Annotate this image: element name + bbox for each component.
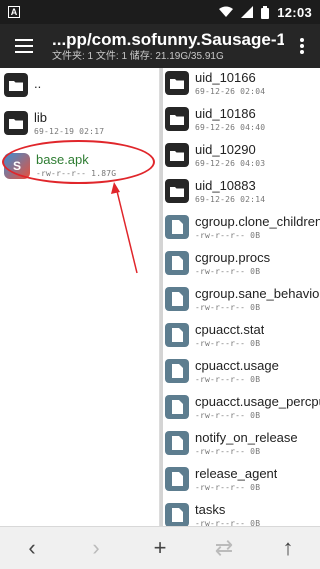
item-meta: 69-12-26 02:04 xyxy=(195,87,266,96)
list-item[interactable]: cgroup.procs -rw-r--r-- 0B xyxy=(163,248,320,284)
clock: 12:03 xyxy=(277,4,312,20)
file-icon xyxy=(165,323,189,347)
item-name: uid_10290 xyxy=(195,143,256,157)
storage-summary: 文件夹: 1 文件: 1 储存: 21.19G/35.91G xyxy=(52,50,224,62)
app-notification-icon: A xyxy=(8,6,20,18)
list-item[interactable]: uid_10186 69-12-26 04:40 xyxy=(163,104,320,140)
item-meta: -rw-r--r-- 0B xyxy=(195,267,261,276)
item-name: uid_10186 xyxy=(195,107,256,121)
back-button[interactable]: ‹ xyxy=(12,528,52,568)
item-name: tasks xyxy=(195,503,226,517)
list-item-parent-dir[interactable]: .. xyxy=(0,68,159,106)
folder-icon xyxy=(4,73,28,97)
menu-button[interactable] xyxy=(0,24,48,68)
list-item[interactable]: cgroup.clone_children -rw-r--r-- 0B xyxy=(163,212,320,248)
list-item[interactable]: cgroup.sane_behavior -rw-r--r-- 0B xyxy=(163,284,320,320)
wifi-icon xyxy=(219,6,234,17)
item-name: lib xyxy=(34,111,48,125)
file-icon xyxy=(165,251,189,275)
item-name: release_agent xyxy=(195,467,278,481)
list-item[interactable]: uid_10290 69-12-26 04:03 xyxy=(163,140,320,176)
folder-icon xyxy=(165,71,189,95)
item-meta: -rw-r--r-- 0B xyxy=(195,483,261,492)
swap-icon: ⇄ xyxy=(214,535,234,560)
chevron-left-icon: ‹ xyxy=(28,535,36,560)
list-item[interactable]: tasks -rw-r--r-- 0B xyxy=(163,500,320,526)
list-item-lib[interactable]: lib 69-12-19 02:17 xyxy=(0,106,159,144)
item-meta: -rw-r--r-- 0B xyxy=(195,519,261,526)
folder-icon xyxy=(165,179,189,203)
more-options-button[interactable] xyxy=(284,24,320,68)
item-meta: -rw-r--r-- 0B xyxy=(195,375,261,384)
item-meta: -rw-r--r-- 0B xyxy=(195,303,261,312)
folder-icon xyxy=(4,111,28,135)
list-item[interactable]: notify_on_release -rw-r--r-- 0B xyxy=(163,428,320,464)
right-file-pane[interactable]: uid_10166 69-12-26 02:04 uid_10186 69-12-26… xyxy=(163,68,320,526)
chevron-right-icon: › xyxy=(92,535,100,560)
status-bar: A 12:03 xyxy=(0,0,320,24)
item-meta: 69-12-26 04:40 xyxy=(195,123,266,132)
item-name: cgroup.sane_behavior xyxy=(195,287,320,301)
add-button[interactable]: + xyxy=(140,528,180,568)
more-vert-icon xyxy=(300,38,304,54)
file-icon xyxy=(165,287,189,311)
item-meta: -rw-r--r-- 0B xyxy=(195,231,261,240)
item-name: cpuacct.stat xyxy=(195,323,265,337)
item-meta: -rw-r--r-- 0B xyxy=(195,447,261,456)
folder-icon xyxy=(165,143,189,167)
file-icon xyxy=(165,503,189,526)
plus-icon: + xyxy=(153,535,167,560)
highlight-ellipse xyxy=(2,140,155,184)
bottom-action-bar: ‹ › + ⇄ ↑ xyxy=(0,526,320,569)
item-name: .. xyxy=(34,76,42,91)
item-meta: 69-12-26 02:14 xyxy=(195,195,266,204)
item-name: cpuacct.usage_percpu xyxy=(195,395,320,409)
arrow-up-icon: ↑ xyxy=(282,535,294,560)
list-item[interactable]: uid_10883 69-12-26 02:14 xyxy=(163,176,320,212)
item-name: cpuacct.usage xyxy=(195,359,279,373)
item-meta: 69-12-26 04:03 xyxy=(195,159,266,168)
status-icons: 12:03 xyxy=(219,5,312,20)
item-name: uid_10166 xyxy=(195,71,256,85)
file-icon xyxy=(165,395,189,419)
left-file-pane[interactable]: .. lib 69-12-19 02:17 S base.apk -rw-r--… xyxy=(0,68,160,526)
item-name: notify_on_release xyxy=(195,431,298,445)
list-item[interactable]: cpuacct.usage -rw-r--r-- 0B xyxy=(163,356,320,392)
item-name: uid_10883 xyxy=(195,179,256,193)
item-name: cgroup.procs xyxy=(195,251,271,265)
forward-button[interactable]: › xyxy=(76,528,116,568)
item-meta: -rw-r--r-- 0B xyxy=(195,411,261,420)
file-icon xyxy=(165,431,189,455)
toolbar: ...pp/com.sofunny.Sausage-1/ 文件夹: 1 文件: … xyxy=(0,24,320,68)
item-meta: -rw-r--r-- 0B xyxy=(195,339,261,348)
parent-dir-button[interactable]: ↑ xyxy=(268,528,308,568)
list-item[interactable]: cpuacct.usage_percpu -rw-r--r-- 0B xyxy=(163,392,320,428)
file-icon xyxy=(165,467,189,491)
item-name: cgroup.clone_children xyxy=(195,215,320,229)
swap-panes-button[interactable]: ⇄ xyxy=(204,528,244,568)
item-meta: 69-12-19 02:17 xyxy=(34,127,105,136)
folder-icon xyxy=(165,107,189,131)
list-item[interactable]: release_agent -rw-r--r-- 0B xyxy=(163,464,320,500)
path-title: ...pp/com.sofunny.Sausage-1/ xyxy=(52,29,284,49)
list-item[interactable]: uid_10166 69-12-26 02:04 xyxy=(163,68,320,104)
hamburger-icon xyxy=(15,39,33,53)
title-area: ...pp/com.sofunny.Sausage-1/ 文件夹: 1 文件: … xyxy=(48,30,284,63)
signal-icon xyxy=(241,6,254,18)
file-icon xyxy=(165,359,189,383)
list-item[interactable]: cpuacct.stat -rw-r--r-- 0B xyxy=(163,320,320,356)
battery-icon xyxy=(261,5,270,19)
file-icon xyxy=(165,215,189,239)
